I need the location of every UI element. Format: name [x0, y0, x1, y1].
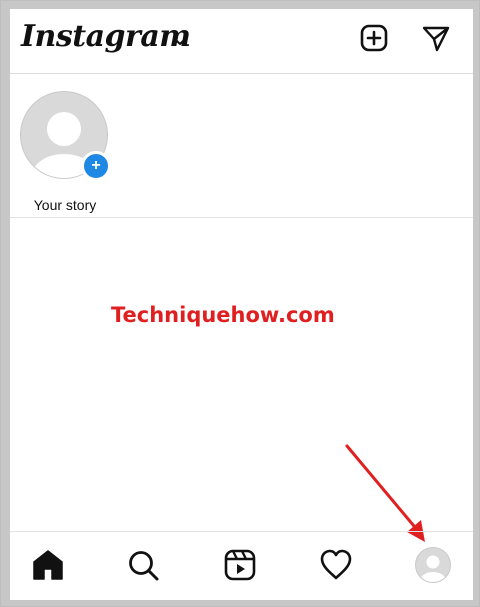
profile-avatar[interactable] — [415, 547, 451, 583]
story-label: Your story — [33, 197, 97, 213]
top-bar: Instagram — [10, 9, 473, 74]
stories-tray: + Your story — [10, 74, 473, 218]
reels-icon[interactable] — [222, 547, 258, 583]
add-story-plus-icon[interactable]: + — [81, 151, 111, 181]
plus-square-icon[interactable] — [359, 23, 389, 53]
heart-icon[interactable] — [318, 547, 354, 583]
paper-plane-icon[interactable] — [421, 23, 451, 53]
app-logo[interactable]: Instagram — [21, 19, 191, 54]
home-icon[interactable] — [30, 547, 66, 583]
user-silhouette-icon — [420, 555, 446, 582]
watermark-text: Techniquehow.com — [111, 303, 335, 327]
screenshot-frame: Instagram + Your story Techniquehow.com — [0, 0, 480, 607]
bottom-nav — [10, 531, 473, 601]
search-icon[interactable] — [125, 547, 161, 583]
app-screen: Instagram + Your story Techniquehow.com — [10, 9, 473, 600]
chevron-down-icon[interactable] — [173, 35, 187, 49]
